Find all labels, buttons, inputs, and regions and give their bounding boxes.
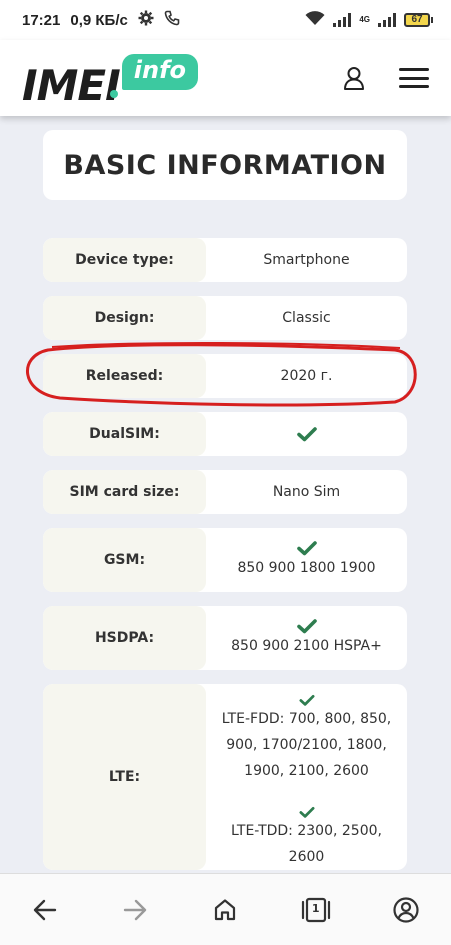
row-label: Device type: [43, 238, 206, 282]
row-value: 2020 г. [280, 368, 333, 384]
check-icon [296, 427, 317, 442]
check-icon [296, 541, 317, 556]
info-row-hsdpa: HSDPA: 850 900 2100 HSPA+ [43, 606, 407, 670]
row-value: Nano Sim [272, 484, 341, 500]
check-icon [296, 619, 317, 634]
section-title: BASIC INFORMATION [63, 149, 387, 181]
row-value [206, 412, 407, 456]
site-logo[interactable]: IMEI info [22, 48, 198, 110]
phone-icon [164, 10, 180, 30]
row-label: DualSIM: [43, 412, 206, 456]
row-label: SIM card size: [43, 470, 206, 514]
wifi-icon [305, 10, 325, 30]
row-label: HSDPA: [43, 606, 206, 670]
gsm-bands: 850 900 1800 1900 [237, 560, 376, 576]
row-label: GSM: [43, 528, 206, 592]
row-value: Smartphone [263, 252, 350, 268]
info-row-released: Released: 2020 г. [43, 354, 407, 398]
info-row-dualsim: DualSIM: [43, 412, 407, 456]
check-icon [298, 806, 315, 818]
tabs-icon[interactable]: 1 [296, 890, 336, 930]
logo-dot [110, 90, 118, 98]
account-icon[interactable] [386, 890, 426, 930]
status-speed: 0,9 КБ/с [70, 11, 128, 29]
check-icon [298, 694, 315, 706]
row-label: Design: [43, 296, 206, 340]
site-header: IMEI info [0, 40, 451, 116]
home-icon[interactable] [205, 890, 245, 930]
info-row-lte: LTE: LTE-FDD: 700, 800, 850, 900, 1700/2… [43, 684, 407, 870]
logo-badge: info [121, 54, 198, 90]
battery-icon: 67 [404, 13, 433, 27]
tabs-count: 1 [311, 901, 320, 915]
row-label: Released: [43, 354, 206, 398]
battery-level: 67 [404, 13, 430, 27]
user-icon[interactable] [343, 66, 365, 90]
network-tag: 4G [359, 15, 370, 24]
row-label: LTE: [43, 684, 206, 870]
signal-bars-1 [333, 13, 352, 27]
lte-fdd-line-1: LTE-FDD: 700, 800, 850, [221, 711, 392, 728]
lte-fdd-line-3: 1900, 2100, 2600 [244, 763, 369, 780]
info-row-design: Design: Classic [43, 296, 407, 340]
status-time: 17:21 [22, 11, 61, 29]
lte-tdd-line: LTE-TDD: 2300, 2500, 2600 [231, 823, 382, 865]
status-bar: 17:21 0,9 КБ/с 4G 67 [0, 0, 451, 40]
row-value: LTE-FDD: 700, 800, 850, 900, 1700/2100, … [206, 684, 407, 870]
row-value: Classic [282, 310, 331, 326]
arrow-left-icon[interactable] [25, 890, 65, 930]
hamburger-icon[interactable] [399, 68, 429, 88]
gear-icon [138, 10, 154, 30]
section-title-card: BASIC INFORMATION [43, 130, 407, 200]
row-value: 850 900 2100 HSPA+ [206, 606, 407, 670]
hsdpa-bands: 850 900 2100 HSPA+ [231, 638, 382, 654]
signal-bars-2 [378, 13, 396, 27]
arrow-right-icon[interactable] [115, 890, 155, 930]
row-value: 850 900 1800 1900 [206, 528, 407, 592]
browser-bottom-nav: 1 [0, 873, 451, 945]
info-row-device-type: Device type: Smartphone [43, 238, 407, 282]
lte-fdd-line-2: 900, 1700/2100, 1800, [226, 737, 387, 754]
logo-text: IMEI [22, 60, 121, 110]
info-row-sim-size: SIM card size: Nano Sim [43, 470, 407, 514]
info-row-gsm: GSM: 850 900 1800 1900 [43, 528, 407, 592]
